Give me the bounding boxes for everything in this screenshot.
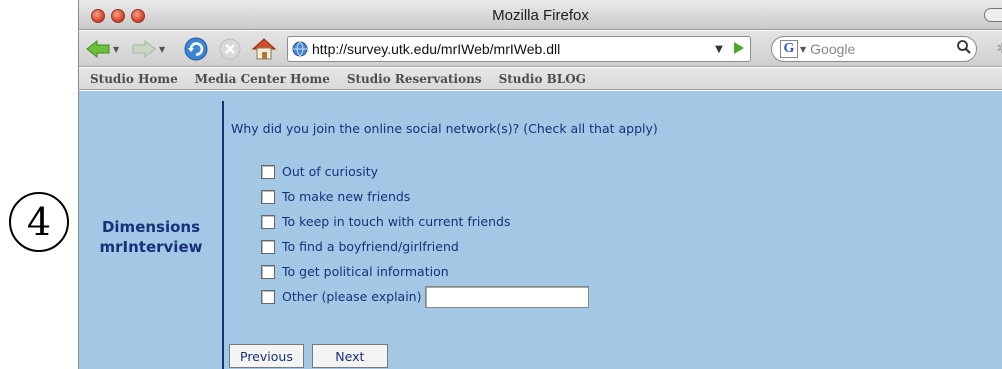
go-button[interactable] — [728, 40, 750, 59]
forward-button[interactable]: ▼ — [131, 36, 165, 62]
option-label: To find a boyfriend/girlfriend — [282, 239, 459, 254]
magnifier-icon — [957, 40, 971, 54]
site-globe-icon — [292, 41, 308, 57]
next-button[interactable]: Next — [311, 344, 388, 368]
search-engine-dropdown-icon[interactable]: ▼ — [800, 45, 806, 54]
go-arrow-icon — [734, 41, 744, 54]
checkbox-make-new-friends[interactable] — [261, 189, 275, 204]
back-history-dropdown-icon[interactable]: ▼ — [113, 45, 119, 54]
checkbox-find-partner[interactable] — [261, 239, 275, 254]
toolbar-toggle-button[interactable] — [984, 8, 1002, 22]
search-engine-icon[interactable]: G — [780, 40, 798, 58]
option-row: Out of curiosity — [261, 159, 589, 184]
browser-window: Mozilla Firefox ▼ ▼ http://survey.utk.ed… — [78, 0, 1002, 369]
window-title: Mozilla Firefox — [492, 7, 589, 24]
stop-button[interactable] — [218, 36, 242, 62]
navigation-toolbar: ▼ ▼ http://survey.utk.edu/mrIWeb/mrIWeb.… — [79, 31, 1002, 67]
bookmark-studio-home[interactable]: Studio Home — [90, 72, 178, 86]
option-row: To get political information — [261, 259, 589, 284]
forward-arrow-icon — [132, 39, 156, 59]
vertical-divider — [222, 101, 224, 369]
address-bar[interactable]: http://survey.utk.edu/mrIWeb/mrIWeb.dll … — [287, 36, 751, 62]
search-input[interactable]: Google — [810, 41, 952, 57]
bookmark-media-center-home[interactable]: Media Center Home — [195, 72, 330, 86]
url-history-dropdown-icon[interactable]: ▼ — [710, 44, 728, 55]
forward-history-dropdown-icon[interactable]: ▼ — [159, 45, 165, 54]
step-number: 4 — [26, 200, 52, 244]
option-row: Other (please explain) — [261, 284, 590, 309]
checkbox-out-of-curiosity[interactable] — [261, 164, 275, 179]
back-button[interactable]: ▼ — [85, 36, 119, 62]
checkbox-other[interactable] — [261, 289, 275, 304]
option-label: Other (please explain) — [282, 289, 422, 304]
bookmarks-toolbar: Studio Home Media Center Home Studio Res… — [79, 68, 1002, 90]
checkbox-keep-in-touch[interactable] — [261, 214, 275, 229]
url-text[interactable]: http://survey.utk.edu/mrIWeb/mrIWeb.dll — [312, 41, 710, 57]
page-navigation: Previous Next — [229, 344, 388, 368]
search-bar[interactable]: G ▼ Google — [771, 36, 977, 62]
brand-line-2: mrInterview — [99, 238, 203, 256]
title-bar: Mozilla Firefox — [79, 0, 1002, 30]
stop-icon — [219, 38, 241, 60]
option-label: Out of curiosity — [282, 164, 378, 179]
previous-button[interactable]: Previous — [229, 344, 304, 368]
option-label: To keep in touch with current friends — [282, 214, 511, 229]
checkbox-political-information[interactable] — [261, 264, 275, 279]
reload-button[interactable] — [183, 36, 209, 62]
other-explain-input[interactable] — [425, 285, 590, 308]
option-label: To get political information — [282, 264, 449, 279]
survey-page: Dimensions mrInterview Why did you join … — [79, 91, 1002, 369]
brand-logo-text: Dimensions mrInterview — [85, 217, 217, 257]
options-list: Out of curiosity To make new friends To … — [261, 159, 590, 309]
question-text: Why did you join the online social netwo… — [231, 121, 658, 136]
step-number-marker: 4 — [9, 192, 69, 252]
brand-line-1: Dimensions — [101, 218, 201, 236]
option-row: To find a boyfriend/girlfriend — [261, 234, 589, 259]
bookmark-studio-reservations[interactable]: Studio Reservations — [347, 72, 482, 86]
home-icon — [251, 38, 277, 60]
reload-icon — [184, 37, 208, 61]
activity-throbber-icon: ✲ — [996, 41, 1002, 57]
bookmark-studio-blog[interactable]: Studio BLOG — [499, 72, 586, 86]
back-arrow-icon — [86, 39, 110, 59]
option-label: To make new friends — [282, 189, 411, 204]
home-button[interactable] — [251, 36, 277, 62]
option-row: To make new friends — [261, 184, 589, 209]
option-row: To keep in touch with current friends — [261, 209, 589, 234]
search-button[interactable] — [952, 39, 976, 59]
